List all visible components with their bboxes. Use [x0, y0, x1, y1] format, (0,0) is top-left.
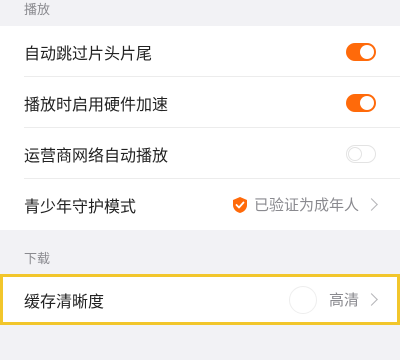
skip-intro-toggle[interactable]	[346, 42, 376, 61]
setting-row-skip-intro[interactable]: 自动跳过片头片尾	[0, 26, 400, 77]
setting-label: 青少年守护模式	[24, 196, 137, 216]
chevron-right-icon	[365, 198, 378, 211]
cache-quality-value-area: 高清	[288, 285, 378, 314]
youth-mode-value-area: 已验证为成年人	[232, 194, 378, 215]
shield-check-icon	[232, 196, 247, 213]
toggle-knob	[348, 146, 362, 161]
section-header-playback: 播放	[24, 3, 51, 18]
setting-row-carrier-autoplay[interactable]: 运营商网络自动播放	[0, 128, 400, 179]
setting-label: 自动跳过片头片尾	[24, 43, 153, 63]
toggle-knob	[360, 44, 374, 59]
setting-label: 缓存清晰度	[24, 291, 105, 311]
setting-row-cache-quality[interactable]: 缓存清晰度 高清	[0, 274, 400, 325]
cache-quality-value: 高清	[328, 291, 359, 309]
bottom-strip	[0, 325, 400, 339]
setting-row-youth-mode[interactable]: 青少年守护模式 已验证为成年人	[0, 179, 400, 230]
setting-label: 播放时启用硬件加速	[24, 94, 169, 114]
chevron-right-icon	[365, 293, 378, 306]
settings-page: 播放 自动跳过片头片尾 播放时启用硬件加速 运营商网络自动播放 青少年守护模式	[0, 0, 400, 339]
setting-label: 运营商网络自动播放	[24, 145, 169, 165]
youth-mode-status: 已验证为成年人	[253, 196, 359, 214]
playback-group: 自动跳过片头片尾 播放时启用硬件加速 运营商网络自动播放 青少年守护模式 已验证…	[0, 26, 400, 230]
section-spacer	[0, 230, 400, 246]
hardware-accel-toggle[interactable]	[346, 93, 376, 112]
toggle-knob	[360, 95, 374, 110]
download-group: 缓存清晰度 高清	[0, 274, 400, 325]
carrier-autoplay-toggle[interactable]	[346, 144, 376, 163]
touch-indicator	[288, 285, 317, 314]
section-header-download: 下载	[24, 252, 51, 267]
setting-row-hardware-accel[interactable]: 播放时启用硬件加速	[0, 77, 400, 128]
